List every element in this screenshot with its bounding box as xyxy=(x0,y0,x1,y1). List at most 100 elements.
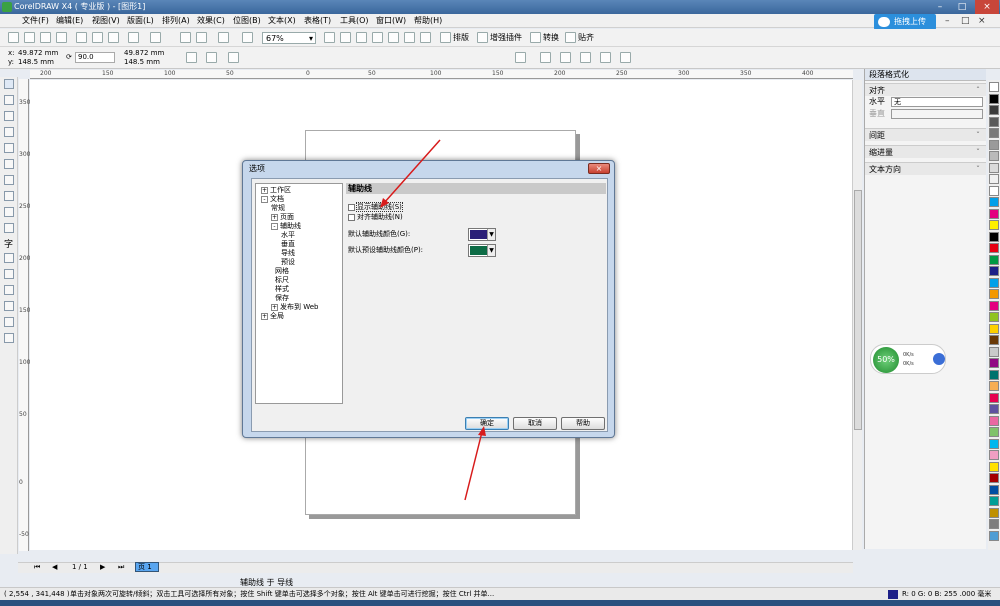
color-swatch[interactable] xyxy=(989,174,999,184)
tree-item[interactable]: 网格 xyxy=(275,267,289,276)
color-swatch[interactable] xyxy=(989,105,999,115)
color-swatch[interactable] xyxy=(989,358,999,368)
last-page-icon[interactable]: ⏭ xyxy=(118,563,124,572)
align-section[interactable]: 对齐 ˆ xyxy=(865,83,986,96)
tree-item[interactable]: 预设 xyxy=(281,258,295,267)
new-icon[interactable] xyxy=(8,32,19,43)
snap-objects-icon[interactable] xyxy=(600,52,611,63)
minimize-icon[interactable]: – xyxy=(930,0,950,14)
color-swatch[interactable] xyxy=(989,243,999,253)
checkbox-box[interactable] xyxy=(348,203,355,211)
color-swatch[interactable] xyxy=(989,93,999,104)
tree-item[interactable]: + 工作区 xyxy=(261,186,291,195)
angle-field[interactable]: 90.0 xyxy=(75,52,115,63)
tree-item[interactable]: 常规 xyxy=(271,204,285,213)
color-swatch[interactable] xyxy=(989,116,999,127)
x-position-field[interactable]: 49.872 mm xyxy=(18,49,58,58)
fill-tool-icon[interactable] xyxy=(4,317,14,327)
color-swatch[interactable] xyxy=(989,266,999,276)
color-swatch[interactable] xyxy=(989,300,999,311)
shape-tool-icon[interactable] xyxy=(4,95,14,105)
page-tab[interactable]: 页 1 xyxy=(135,562,159,572)
doc-minimize-icon[interactable]: – xyxy=(945,16,950,26)
color-swatch[interactable] xyxy=(989,277,999,288)
application-launcher-icon[interactable] xyxy=(218,32,229,43)
accelerate-icon[interactable] xyxy=(933,353,945,365)
color-swatch[interactable] xyxy=(989,208,999,219)
menu-text[interactable]: 文本(X) xyxy=(268,15,296,27)
color-swatch[interactable] xyxy=(989,438,999,449)
zoom-tool-icon[interactable] xyxy=(4,127,14,137)
grid-icon[interactable] xyxy=(560,52,571,63)
menu-layout[interactable]: 版面(L) xyxy=(127,15,154,27)
preset-guide-color-picker[interactable]: ▼ xyxy=(468,244,496,257)
expand-icon[interactable]: + xyxy=(261,186,268,194)
tree-item[interactable]: 保存 xyxy=(275,294,289,303)
expand-icon[interactable]: + xyxy=(271,213,278,221)
collapse-icon[interactable]: - xyxy=(271,222,278,230)
save-icon[interactable] xyxy=(40,32,51,43)
show-guides-checkbox[interactable]: 显示辅助线(S) xyxy=(348,202,403,212)
rectangle-tool-icon[interactable] xyxy=(4,175,14,185)
vertical-scrollbar[interactable] xyxy=(852,80,862,550)
import-icon[interactable] xyxy=(180,32,191,43)
scroll-thumb[interactable] xyxy=(854,190,862,430)
color-swatch[interactable] xyxy=(989,254,999,265)
horizontal-guide-icon[interactable] xyxy=(206,52,217,63)
outline-tool-icon[interactable] xyxy=(4,301,14,311)
tree-item[interactable]: 垂直 xyxy=(281,240,295,249)
next-page-icon[interactable]: ▶ xyxy=(100,563,105,571)
basic-shapes-tool-icon[interactable] xyxy=(4,223,14,233)
color-swatch[interactable] xyxy=(989,404,999,414)
menu-window[interactable]: 窗口(W) xyxy=(376,15,406,27)
color-swatch[interactable] xyxy=(989,323,999,334)
smart-fill-tool-icon[interactable] xyxy=(4,159,14,169)
dimension-tool-icon[interactable] xyxy=(4,269,14,279)
color-swatch[interactable] xyxy=(989,139,999,150)
doc-restore-icon[interactable]: □ xyxy=(961,16,970,26)
chevron-down-icon[interactable]: ▼ xyxy=(487,229,495,240)
color-swatch[interactable] xyxy=(989,427,999,437)
color-swatch[interactable] xyxy=(989,231,999,242)
color-swatch[interactable] xyxy=(989,369,999,380)
polygon-tool-icon[interactable] xyxy=(4,207,14,217)
color-swatch[interactable] xyxy=(989,473,999,483)
enhance-plugin-icon[interactable] xyxy=(477,32,488,43)
color-swatch[interactable] xyxy=(989,507,999,518)
paste-icon[interactable] xyxy=(108,32,119,43)
zoom-height-icon[interactable] xyxy=(420,32,431,43)
cancel-button[interactable]: 取消 xyxy=(513,417,557,430)
text-tool-icon[interactable]: 字 xyxy=(4,237,14,250)
color-swatch[interactable] xyxy=(989,335,999,345)
color-swatch[interactable] xyxy=(989,185,999,196)
color-swatch[interactable] xyxy=(989,530,999,541)
tree-item[interactable]: 水平 xyxy=(281,231,295,240)
color-swatch[interactable] xyxy=(989,128,999,138)
vertical-align-select[interactable] xyxy=(891,109,983,119)
left-ruler[interactable]: 350 300 250 200 150 100 50 0 -50 xyxy=(19,79,30,551)
y-position-field[interactable]: 148.5 mm xyxy=(18,58,54,67)
tree-item[interactable]: + 页面 xyxy=(271,213,294,222)
help-button[interactable]: 帮助 xyxy=(561,417,605,430)
tree-item[interactable]: + 发布到 Web xyxy=(271,303,319,312)
first-page-icon[interactable]: ⏮ xyxy=(34,563,40,572)
color-swatch[interactable] xyxy=(989,220,999,230)
dynamic-guides-icon[interactable] xyxy=(515,52,526,63)
convert-label[interactable]: 转换 xyxy=(543,32,559,44)
spacing-section[interactable]: 间距 ˇ xyxy=(865,128,986,141)
collapse-icon[interactable]: - xyxy=(261,195,268,203)
menu-file[interactable]: 文件(F) xyxy=(22,15,49,27)
text-direction-section[interactable]: 文本方向 ˇ xyxy=(865,162,986,175)
align-icon[interactable] xyxy=(540,52,551,63)
welcome-icon[interactable] xyxy=(242,32,253,43)
tree-item[interactable]: - 文档 xyxy=(261,195,284,204)
color-swatch[interactable] xyxy=(989,484,999,495)
menu-edit[interactable]: 编辑(E) xyxy=(56,15,83,27)
zoom-page-icon[interactable] xyxy=(388,32,399,43)
color-swatch[interactable] xyxy=(989,381,999,391)
cut-icon[interactable] xyxy=(76,32,87,43)
tree-item[interactable]: 标尺 xyxy=(275,276,289,285)
snap-guides-checkbox[interactable]: 对齐辅助线(N) xyxy=(348,213,403,222)
typeset-icon[interactable] xyxy=(440,32,451,43)
default-guide-color-picker[interactable]: ▼ xyxy=(468,228,496,241)
